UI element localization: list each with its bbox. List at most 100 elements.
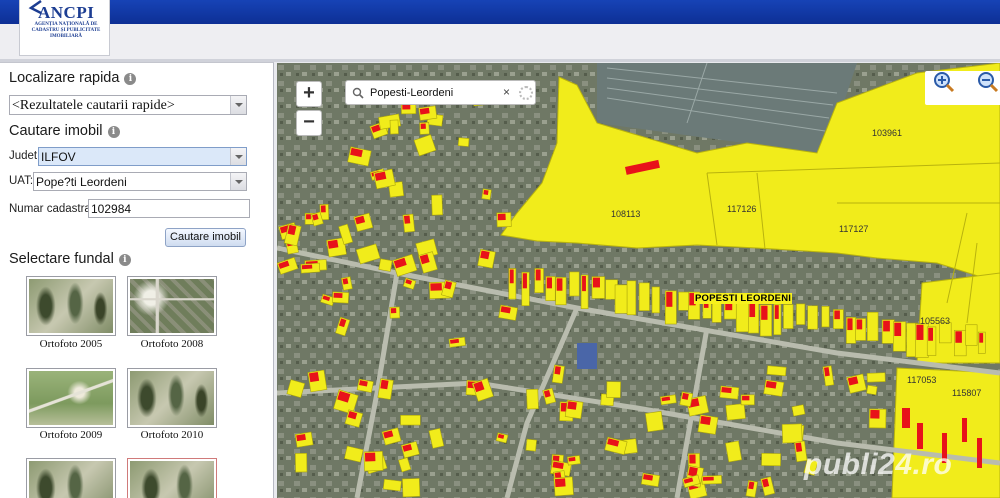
parcel-label: 105563 [920, 316, 951, 326]
uat-label: UAT: [9, 175, 34, 187]
ortofoto-thumbnail [29, 279, 113, 333]
residential-lot [307, 369, 328, 393]
uat-value: Pope?ti Leordeni [36, 175, 127, 189]
residential-lot [866, 372, 886, 383]
ortofoto-thumbnail [130, 461, 214, 498]
residential-lot [356, 378, 374, 393]
residential-lot [781, 423, 803, 444]
blue-roof-building [577, 343, 597, 369]
basemap-option-5[interactable] [26, 458, 116, 498]
ortofoto-thumbnail [130, 279, 214, 333]
residential-lot [363, 451, 384, 472]
map-view[interactable]: + − Popesti-Leordeni × 103961 108113 117… [277, 63, 1000, 498]
residential-lot [400, 103, 417, 115]
residential-lot [783, 304, 794, 329]
residential-lot [553, 476, 574, 497]
cadastral-value: 102984 [91, 202, 132, 216]
residential-lot [564, 399, 584, 419]
residential-lot [855, 318, 867, 341]
basemap-ortofoto-2009[interactable] [26, 368, 116, 428]
residential-lot [645, 410, 665, 433]
basemap-ortofoto-2008[interactable] [127, 276, 217, 336]
building [917, 423, 923, 449]
basemap-ortofoto-2010[interactable] [127, 368, 217, 428]
residential-lot [389, 119, 399, 135]
zoom-out-magnifier-icon[interactable] [977, 71, 999, 93]
residential-lot [551, 364, 565, 384]
info-icon[interactable]: i [118, 254, 131, 266]
residential-lot [965, 324, 978, 346]
residential-lot [893, 321, 907, 352]
info-icon[interactable]: i [124, 73, 137, 85]
residential-lot [448, 336, 466, 348]
loading-spinner-icon [519, 86, 533, 100]
basemap-option-6-selected[interactable] [127, 458, 217, 498]
residential-lot [580, 274, 589, 309]
residential-lot [821, 306, 830, 328]
cadastral-number-input[interactable]: 102984 [88, 199, 250, 218]
residential-lot [977, 331, 986, 354]
residential-lot [701, 475, 723, 485]
residential-lot [300, 262, 321, 274]
quick-results-select[interactable]: <Rezultatele cautarii rapide> [9, 95, 247, 115]
residential-lot [378, 258, 393, 272]
residential-lot [664, 290, 677, 325]
residential-lot [679, 391, 694, 408]
residential-lot [591, 276, 605, 299]
residential-lot [419, 121, 430, 135]
residential-lot [915, 323, 929, 358]
map-search-box[interactable]: Popesti-Leordeni × [345, 80, 536, 105]
basemap-ortofoto-2005[interactable] [26, 276, 116, 336]
chevron-down-icon[interactable] [230, 148, 246, 165]
residential-lot [400, 414, 421, 426]
residential-lot [496, 212, 512, 228]
residential-lot [697, 414, 719, 435]
residential-lot [791, 404, 806, 417]
watermark: publi24.ro [804, 448, 953, 481]
residential-lot [569, 271, 580, 297]
quick-locate-heading: Localizare rapida i [9, 70, 137, 86]
building [962, 418, 967, 442]
ancpi-logo[interactable]: ANCPI AGENȚIA NAȚIONALĂ DE CADASTRU ȘI P… [19, 0, 110, 56]
residential-lot [866, 311, 879, 342]
residential-lot [295, 452, 308, 473]
residential-lot [796, 303, 806, 325]
info-icon[interactable]: i [107, 126, 120, 138]
basemap-title: Selectare fundal [9, 251, 114, 267]
residential-lot [498, 304, 518, 321]
property-search-title: Cautare imobil [9, 123, 103, 139]
residential-lot [719, 385, 740, 400]
residential-lot [659, 394, 677, 406]
residential-lot [759, 304, 772, 337]
parcel-label: 108113 [611, 209, 641, 219]
residential-lot [614, 284, 628, 314]
cadastral-label: Numar cadastral: [9, 203, 97, 215]
uat-select[interactable]: Pope?ti Leordeni [33, 172, 247, 191]
basemap-heading: Selectare fundal i [9, 251, 131, 267]
quick-locate-title: Localizare rapida [9, 70, 120, 86]
zoom-out-button[interactable]: − [296, 110, 322, 136]
residential-lot [382, 478, 402, 492]
residential-lot [294, 431, 314, 448]
residential-lot [402, 213, 416, 233]
residential-lot [866, 384, 878, 396]
property-search-heading: Cautare imobil i [9, 123, 120, 139]
residential-lot [481, 188, 492, 201]
chevron-down-icon[interactable] [230, 96, 246, 114]
zoom-in-magnifier-icon[interactable] [933, 71, 955, 93]
parcel-label: 117053 [907, 375, 937, 385]
ortofoto-thumbnail [130, 371, 214, 425]
logo-subtitle: AGENȚIA NAȚIONALĂ DE CADASTRU ȘI PUBLICI… [31, 22, 101, 39]
residential-lot [626, 280, 637, 316]
residential-lot [534, 268, 544, 293]
residential-lot [477, 248, 496, 269]
building [902, 408, 910, 428]
header-blue-bar [0, 0, 1000, 24]
search-property-button[interactable]: Cautare imobil [165, 228, 246, 247]
residential-lot [773, 303, 782, 336]
zoom-in-button[interactable]: + [296, 81, 322, 107]
chevron-down-icon[interactable] [230, 173, 246, 190]
county-select[interactable]: ILFOV [38, 147, 247, 166]
clear-search-icon[interactable]: × [503, 85, 510, 99]
parcel-label: 117127 [839, 224, 869, 234]
